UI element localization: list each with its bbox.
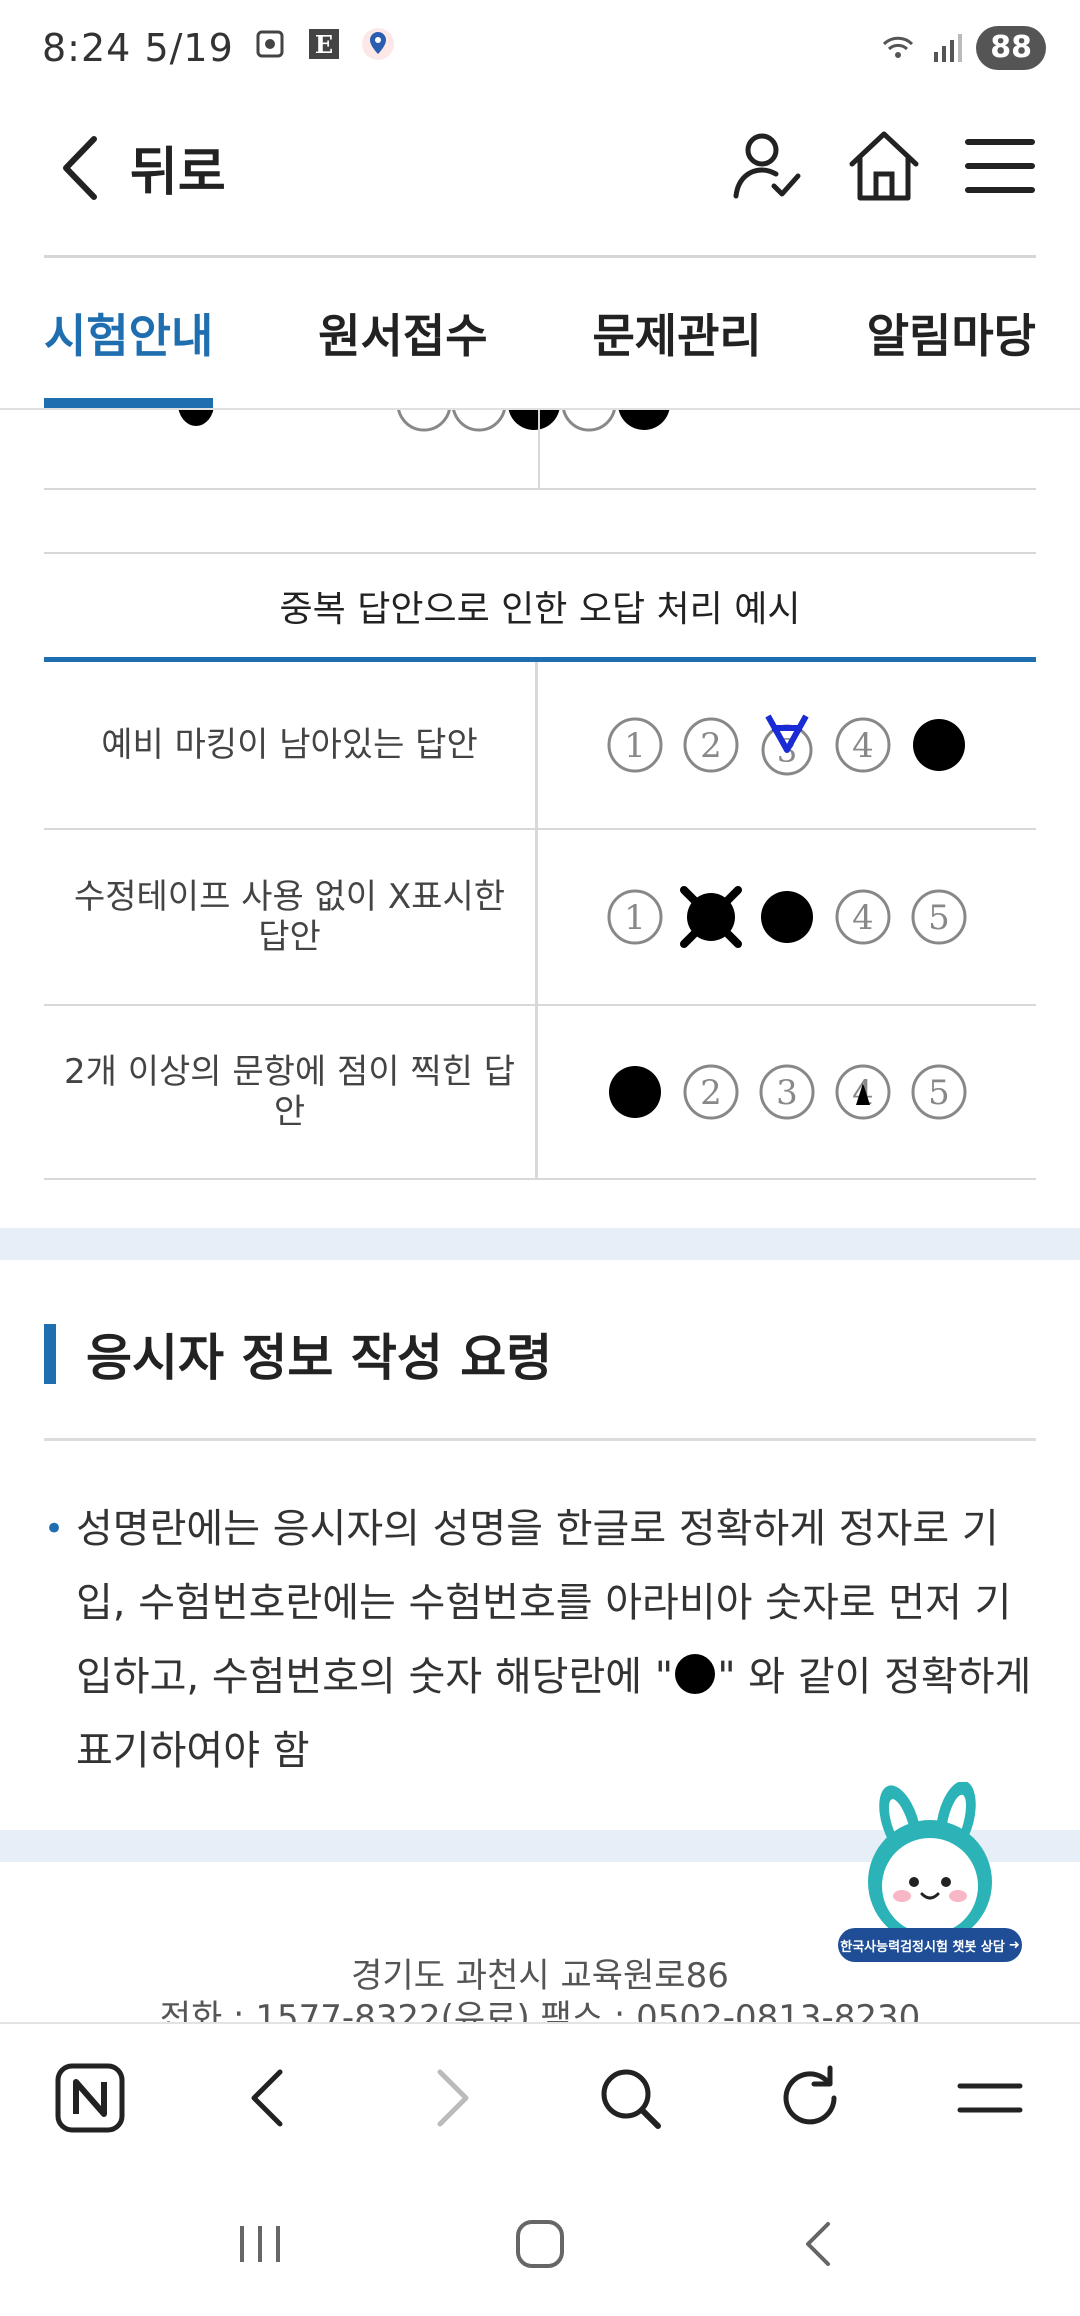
back-button[interactable]: 뒤로 (58, 130, 226, 205)
main-tabs: 시험안내 원서접수 문제관리 알림마당 (44, 258, 1036, 408)
svg-text:2: 2 (700, 1073, 722, 1113)
status-bar: 8:24 5/19 E 88 (0, 0, 1080, 96)
section-divider (44, 1438, 1036, 1441)
svg-text:1: 1 (624, 898, 646, 938)
chevron-left-icon (63, 135, 97, 200)
user-check-icon[interactable] (728, 126, 808, 206)
mark-5-icon: 5 (911, 1064, 967, 1120)
app-header: 뒤로 (0, 96, 1080, 256)
mark-1-icon: 1 (607, 889, 663, 945)
mark-filled-icon (913, 719, 965, 771)
clipped-table-row (44, 410, 1036, 490)
e-app-icon: E (309, 29, 339, 59)
status-right: 88 (880, 26, 1046, 70)
mark-4-icon: 4 (835, 717, 891, 773)
status-time: 8:24 5/19 (42, 26, 234, 70)
mark-3-checked-icon: 3 (761, 714, 813, 776)
browser-toolbar (0, 2022, 1080, 2172)
tab-question-management[interactable]: 문제관리 (592, 258, 761, 408)
screenshot-icon (256, 30, 284, 58)
footer-contact: 전화 : 1577-8322(유료) 팩스 : 0502-0813-8230 (159, 1998, 921, 2022)
mark-filled-icon (761, 891, 813, 943)
section-band (0, 1228, 1080, 1260)
menu-icon[interactable] (960, 126, 1040, 206)
section-header: 응시자 정보 작성 요령 (44, 1318, 552, 1390)
svg-text:5: 5 (928, 898, 950, 938)
wrong-answer-table: 중복 답안으로 인한 오답 처리 예시 예비 마킹이 남아있는 답안 1 2 3… (44, 552, 1036, 1180)
wifi-icon (883, 36, 914, 58)
mark-2-icon: 2 (683, 717, 739, 773)
row-marks: 2 3 4 5 (538, 1006, 1036, 1178)
row-marks: 1 2 3 4 (538, 662, 1036, 828)
table-row: 수정테이프 사용 없이 X표시한 답안 1 4 5 (44, 830, 1036, 1006)
tab-application[interactable]: 원서접수 (318, 258, 487, 408)
row-label: 2개 이상의 문항에 점이 찍힌 답안 (44, 1006, 538, 1178)
bullet-text: 성명란에는 응시자의 성명을 한글로 정확하게 정자로 기입, 수험번호란에는 … (76, 1506, 1032, 1774)
status-app-icons: E (252, 26, 396, 62)
system-navigation (0, 2172, 1080, 2316)
back-arrow-icon[interactable] (232, 2060, 308, 2136)
naver-icon[interactable] (52, 2060, 128, 2136)
svg-text:4: 4 (852, 898, 874, 938)
table-row: 예비 마킹이 남아있는 답안 1 2 3 4 (44, 662, 1036, 830)
header-icons (728, 126, 1040, 206)
mark-4-icon: 4 (835, 889, 891, 945)
refresh-icon[interactable] (772, 2060, 848, 2136)
location-app-icon (362, 28, 394, 60)
bullet-dot: • (44, 1509, 65, 1549)
recent-apps-icon[interactable] (228, 2212, 292, 2276)
back-label: 뒤로 (130, 143, 226, 203)
system-back-icon[interactable] (788, 2212, 852, 2276)
guide-bullet: • 성명란에는 응시자의 성명을 한글로 정확하게 정자로 기입, 수험번호란에… (44, 1492, 1044, 1788)
section-title: 응시자 정보 작성 요령 (86, 1329, 553, 1387)
mark-5-icon: 5 (911, 889, 967, 945)
search-icon[interactable] (592, 2060, 668, 2136)
table-row: 2개 이상의 문항에 점이 찍힌 답안 2 3 4 5 (44, 1006, 1036, 1180)
svg-text:2: 2 (700, 726, 722, 766)
tab-notice-board[interactable]: 알림마당 (867, 258, 1036, 408)
filled-dot-icon (675, 1654, 716, 1694)
home-icon[interactable] (844, 126, 924, 206)
forward-arrow-icon[interactable] (412, 2060, 488, 2136)
mark-2-icon: 2 (683, 1064, 739, 1120)
battery-indicator: 88 (976, 26, 1046, 70)
mark-3-icon: 3 (759, 1064, 815, 1120)
table-title: 중복 답안으로 인한 오답 처리 예시 (44, 552, 1036, 662)
svg-text:1: 1 (624, 726, 646, 766)
mark-filled-icon (609, 1066, 661, 1118)
home-button-icon[interactable] (508, 2212, 572, 2276)
svg-text:3: 3 (776, 1073, 798, 1113)
more-menu-icon[interactable] (952, 2060, 1028, 2136)
tab-exam-guide[interactable]: 시험안내 (44, 258, 214, 408)
mark-x-filled-icon (680, 886, 742, 948)
signal-icon (934, 34, 963, 62)
row-label: 예비 마킹이 남아있는 답안 (44, 662, 538, 828)
svg-text:4: 4 (852, 726, 874, 766)
row-label: 수정테이프 사용 없이 X표시한 답안 (44, 830, 538, 1004)
row-marks: 1 4 5 (538, 830, 1036, 1004)
section-accent-bar (44, 1324, 56, 1384)
mark-1-icon: 1 (607, 717, 663, 773)
svg-text:E: E (315, 30, 333, 59)
clipped-row-marks (178, 410, 670, 432)
svg-text:5: 5 (928, 1073, 950, 1113)
mark-4-dotted-icon: 4 (835, 1064, 891, 1120)
